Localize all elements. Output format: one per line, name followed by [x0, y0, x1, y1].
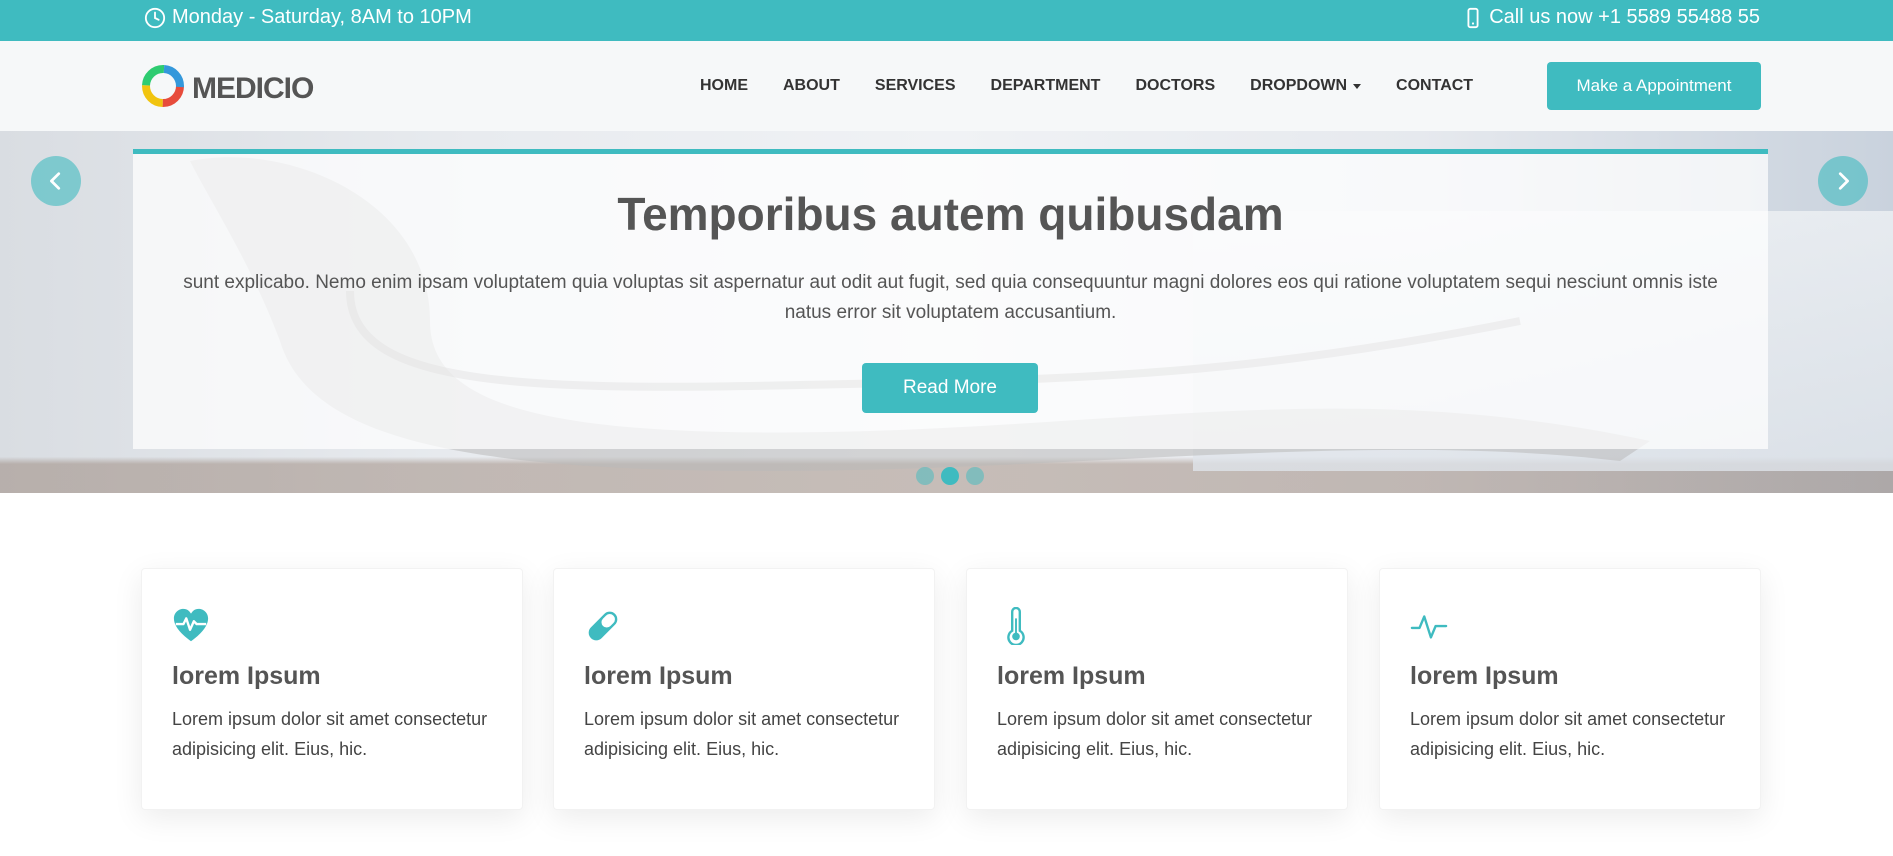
heart-pulse-icon [173, 608, 209, 642]
logo-ring-icon [140, 63, 186, 114]
nav-about[interactable]: ABOUT [783, 77, 840, 95]
feature-card-text: Lorem ipsum dolor sit amet consectetur a… [172, 709, 488, 759]
feature-card-title: lorem Ipsum [172, 662, 321, 690]
feature-card-title: lorem Ipsum [584, 662, 733, 690]
thermometer-icon [1007, 607, 1025, 645]
activity-icon [1410, 615, 1448, 639]
phone-icon [1463, 7, 1483, 29]
header: MEDICIO HOME ABOUT SERVICES DEPARTMENT D… [0, 41, 1893, 131]
clock-icon [144, 7, 166, 29]
carousel-prev-button[interactable] [31, 156, 81, 206]
contact-phone[interactable]: Call us now +1 5589 55488 55 [1463, 6, 1760, 29]
feature-card: lorem Ipsum Lorem ipsum dolor sit amet c… [553, 568, 935, 810]
feature-card-text: Lorem ipsum dolor sit amet consectetur a… [997, 709, 1313, 759]
logo[interactable]: MEDICIO [140, 63, 314, 114]
feature-cards: lorem Ipsum Lorem ipsum dolor sit amet c… [141, 568, 1761, 810]
carousel-dot-2[interactable] [941, 467, 959, 485]
nav-contact[interactable]: CONTACT [1396, 77, 1473, 95]
nav-department[interactable]: DEPARTMENT [991, 77, 1101, 95]
feature-card-text: Lorem ipsum dolor sit amet consectetur a… [1410, 709, 1726, 759]
hero-carousel: Temporibus autem quibusdam sunt explicab… [0, 131, 1893, 493]
make-appointment-button[interactable]: Make a Appointment [1547, 62, 1761, 110]
contact-phone-text: Call us now +1 5589 55488 55 [1489, 6, 1760, 28]
feature-card: lorem Ipsum Lorem ipsum dolor sit amet c… [1379, 568, 1761, 810]
chevron-down-icon [1353, 83, 1362, 89]
nav-doctors[interactable]: DOCTORS [1135, 77, 1215, 95]
feature-card-title: lorem Ipsum [1410, 662, 1559, 690]
main-nav: HOME ABOUT SERVICES DEPARTMENT DOCTORS D… [700, 41, 1508, 131]
carousel-dot-1[interactable] [916, 467, 934, 485]
nav-dropdown-label: DROPDOWN [1250, 77, 1348, 94]
opening-hours-text: Monday - Saturday, 8AM to 10PM [172, 6, 472, 28]
feature-card-title: lorem Ipsum [997, 662, 1146, 690]
carousel-next-button[interactable] [1818, 156, 1868, 206]
read-more-button[interactable]: Read More [862, 363, 1038, 413]
hero-text: sunt explicabo. Nemo enim ipsam voluptat… [183, 272, 1718, 323]
opening-hours: Monday - Saturday, 8AM to 10PM [144, 6, 472, 29]
carousel-dot-3[interactable] [966, 467, 984, 485]
chevron-left-icon [50, 172, 61, 190]
feature-card: lorem Ipsum Lorem ipsum dolor sit amet c… [141, 568, 523, 810]
nav-services[interactable]: SERVICES [875, 77, 956, 95]
feature-card: lorem Ipsum Lorem ipsum dolor sit amet c… [966, 568, 1348, 810]
feature-card-text: Lorem ipsum dolor sit amet consectetur a… [584, 709, 900, 759]
logo-text: MEDICIO [192, 71, 314, 105]
chevron-right-icon [1838, 172, 1849, 190]
hero-content-box: Temporibus autem quibusdam sunt explicab… [133, 149, 1768, 449]
nav-dropdown[interactable]: DROPDOWN [1250, 77, 1362, 95]
capsule-icon [588, 611, 618, 641]
top-bar: Monday - Saturday, 8AM to 10PM Call us n… [0, 0, 1893, 41]
nav-home[interactable]: HOME [700, 77, 748, 95]
carousel-indicators [916, 467, 984, 485]
hero-title: Temporibus autem quibusdam [617, 188, 1284, 240]
